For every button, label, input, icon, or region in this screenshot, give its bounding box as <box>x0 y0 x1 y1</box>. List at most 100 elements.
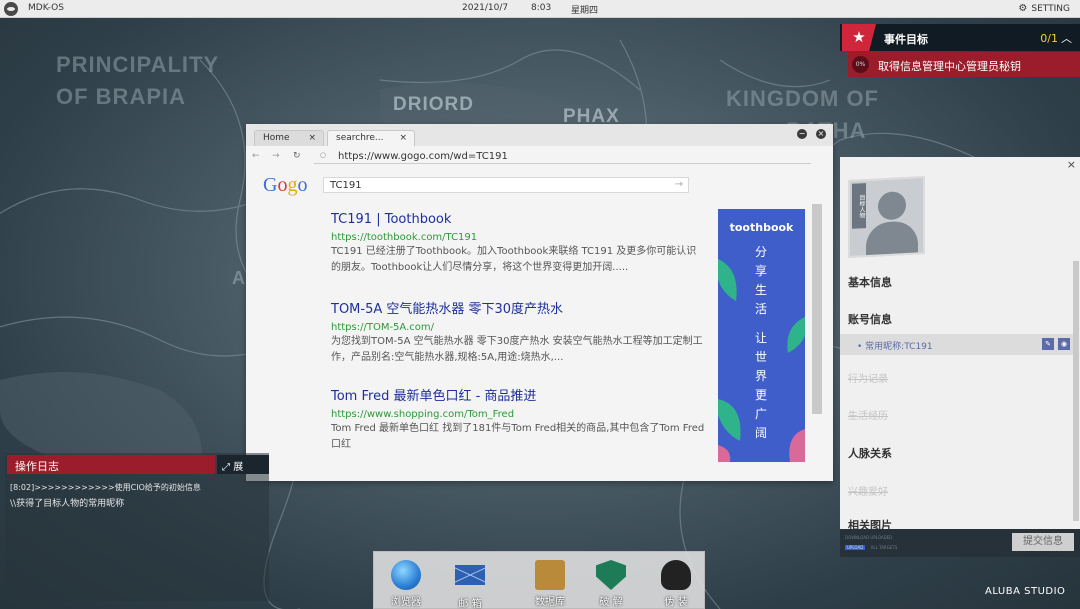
browser-scrollbar[interactable] <box>812 204 822 414</box>
result-url[interactable]: https://toothbook.com/TC191 <box>331 232 706 243</box>
ad-char: 广 <box>754 407 767 421</box>
view-icon[interactable]: ◉ <box>1058 338 1070 350</box>
reload-icon[interactable]: ↻ <box>293 151 301 161</box>
close-tab-icon[interactable]: × <box>308 133 316 143</box>
profile-scrollbar[interactable] <box>1073 261 1079 521</box>
studio-watermark: ALUBA STUDIO <box>985 586 1066 597</box>
log-line: \\获得了目标人物的常用昵称 <box>10 499 125 509</box>
search-result: TC191 | Toothbook https://toothbook.com/… <box>331 212 706 276</box>
search-result: Tom Fred 最新单色口红 - 商品推进 https://www.shopp… <box>331 385 706 453</box>
avatar-head <box>878 190 906 221</box>
event-goal-header[interactable]: ★ 事件目标 0/1 ︿ <box>840 24 1080 51</box>
event-goal-progress: 0/1 <box>1040 32 1058 45</box>
address-bar[interactable]: ○ https://www.gogo.com/wd=TC191 <box>314 149 811 164</box>
arrow-right-icon[interactable]: → <box>675 179 683 190</box>
goal-item-text: 取得信息管理中心管理员秘钥 <box>878 60 1021 73</box>
app-dock: 浏览器 邮 箱 数据库 破 解 伪 装 <box>373 551 705 609</box>
time-display: 8:03 <box>531 3 552 13</box>
expand-icon: ⤢ <box>222 462 234 473</box>
logo-letter: G <box>263 174 278 196</box>
section-basic-info[interactable]: 基本信息 <box>848 274 892 290</box>
dock-label: 伪 装 <box>664 597 688 608</box>
setting-button[interactable]: ⚙ SETTING <box>1018 3 1070 14</box>
search-query: TC191 <box>330 180 362 191</box>
target-photo: 目标人物 <box>848 175 925 259</box>
result-title-link[interactable]: TC191 | Toothbook <box>331 212 706 227</box>
globe-icon <box>391 560 421 590</box>
dock-item-browser[interactable]: 浏览器 <box>378 556 434 608</box>
ad-spacer <box>753 319 769 329</box>
chevron-up-icon[interactable]: ︿ <box>1061 32 1072 45</box>
dock-item-disguise[interactable]: 伪 装 <box>648 556 704 608</box>
forward-arrow-icon[interactable]: → <box>272 151 280 161</box>
upload-badge: UPLOAD <box>845 545 866 550</box>
nickname-text: • 常用昵称:TC191 <box>857 342 933 352</box>
result-description: 为您找到TOM-5A 空气能热水器 零下30度产热水 安装空气能热水工程等加工定… <box>331 336 703 363</box>
close-tab-icon[interactable]: × <box>399 133 407 143</box>
tab-home[interactable]: Home × <box>254 130 324 146</box>
os-logo-icon[interactable] <box>4 2 18 16</box>
search-icon: ○ <box>320 151 327 159</box>
search-engine-logo[interactable]: Gogo <box>263 174 307 197</box>
dock-item-mail[interactable]: 邮 箱 <box>442 556 498 609</box>
ad-slogan: 分 享 生 活 让 世 界 更 广 阔 <box>753 243 769 443</box>
tab-label: Home <box>263 133 290 143</box>
search-input[interactable]: TC191 → <box>323 177 689 193</box>
result-description: Tom Fred 最新单色口红 找到了181件与Tom Fred相关的商品,其中… <box>331 423 705 450</box>
expand-log-button[interactable]: ⤢ 展 <box>217 455 269 474</box>
dock-label: 邮 箱 <box>458 599 482 609</box>
date-display: 2021/10/7 <box>462 3 509 13</box>
submit-info-button[interactable]: 提交信息 <box>1012 533 1074 551</box>
close-window-button[interactable]: × <box>816 129 826 139</box>
browser-tab-bar: Home × searchre... × − × <box>246 124 833 146</box>
logo-letter: o <box>277 174 288 196</box>
os-name: MDK-OS <box>28 3 64 13</box>
event-goal-count[interactable]: 0/1 ︿ <box>1040 30 1072 46</box>
result-description: TC191 已经注册了Toothbook。加入Toothbook来联络 TC19… <box>331 246 697 273</box>
shield-icon <box>596 560 626 590</box>
ad-char: 世 <box>754 350 767 364</box>
goal-progress-circle: 0% <box>852 56 869 73</box>
section-relations[interactable]: 人脉关系 <box>848 445 892 461</box>
ad-char: 阔 <box>754 426 767 440</box>
target-profile-panel: × 目标人物 基本信息 账号信息 • 常用昵称:TC191 ✎ ◉ 行为记录 生… <box>840 157 1080 557</box>
logo-letter: g <box>287 174 298 196</box>
event-goal-title: 事件目标 <box>884 33 928 46</box>
tab-search-results[interactable]: searchre... × <box>327 130 415 146</box>
result-title-link[interactable]: Tom Fred 最新单色口红 - 商品推进 <box>331 385 706 404</box>
log-title: 操作日志 <box>7 455 215 474</box>
event-goal-item[interactable]: 0% 取得信息管理中心管理员秘钥 <box>848 52 1080 77</box>
close-icon[interactable]: × <box>1067 158 1076 171</box>
dock-item-database[interactable]: 数据库 <box>522 556 578 608</box>
gear-icon: ⚙ <box>1018 3 1028 14</box>
footer-status: UPLOAD ALL TARGETS <box>845 545 897 550</box>
ad-char: 享 <box>754 264 767 278</box>
expand-label: 展 <box>233 462 244 473</box>
browser-window: Home × searchre... × − × ← → ↻ ○ https://w… <box>246 124 833 481</box>
ad-brand: toothbook <box>729 221 794 234</box>
advertisement-banner[interactable]: toothbook 分 享 生 活 让 世 界 更 广 阔 <box>718 209 805 462</box>
result-title-link[interactable]: TOM-5A 空气能热水器 零下30度产热水 <box>331 298 706 317</box>
result-url[interactable]: https://www.shopping.com/Tom_Fred <box>331 409 706 420</box>
section-hobbies: 兴趣爱好 <box>848 487 888 498</box>
event-goal-panel: ★ 事件目标 0/1 ︿ 0% 取得信息管理中心管理员秘钥 <box>840 24 1080 77</box>
section-behavior-record: 行为记录 <box>848 374 888 385</box>
result-url[interactable]: https://TOM-5A.com/ <box>331 322 706 333</box>
mail-icon <box>455 565 485 585</box>
section-life-experience: 生活经历 <box>848 411 888 422</box>
back-arrow-icon[interactable]: ← <box>252 151 260 161</box>
star-icon: ★ <box>842 24 876 51</box>
operation-log-panel: 操作日志 ⤢ 展 [8:02]>>>>>>>>>>>>使用CIO给予的初始信息 … <box>5 453 269 601</box>
photo-tag: 目标人物 <box>852 183 866 229</box>
minimize-button[interactable]: − <box>797 129 807 139</box>
dock-item-crack[interactable]: 破 解 <box>583 556 639 608</box>
setting-label: SETTING <box>1031 4 1070 14</box>
ad-char: 活 <box>754 302 767 316</box>
account-item-nickname[interactable]: • 常用昵称:TC191 ✎ ◉ <box>840 334 1074 355</box>
section-account-info[interactable]: 账号信息 <box>848 311 892 327</box>
hacker-icon <box>661 560 691 590</box>
map-label: A <box>232 268 246 288</box>
edit-icon[interactable]: ✎ <box>1042 338 1054 350</box>
log-line: [8:02]>>>>>>>>>>>>使用CIO给予的初始信息 <box>10 483 201 492</box>
ad-char: 界 <box>754 369 767 383</box>
